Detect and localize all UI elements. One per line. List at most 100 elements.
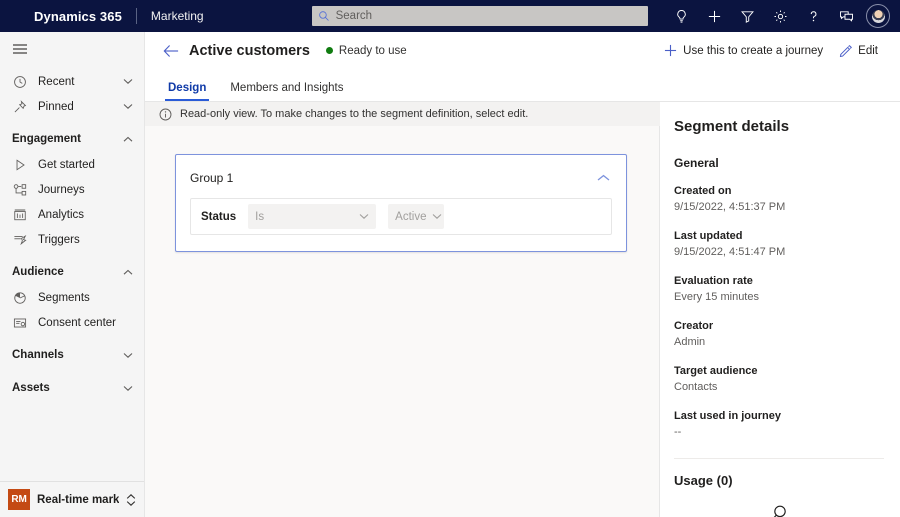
- avatar[interactable]: [866, 4, 890, 28]
- filter-icon[interactable]: [731, 0, 764, 32]
- question-icon[interactable]: [797, 0, 830, 32]
- field-value: 9/15/2022, 4:51:47 PM: [674, 246, 786, 258]
- top-bar-icon-group: [665, 0, 900, 32]
- consent-icon: [12, 315, 28, 331]
- app-name-label[interactable]: Marketing: [151, 9, 204, 23]
- chevron-down-icon: [122, 78, 134, 85]
- chevron-up-icon[interactable]: [594, 169, 612, 187]
- detail-field-evaluation-rate: Evaluation rate Every 15 minutes: [674, 274, 884, 305]
- status-badge: Ready to use: [325, 44, 407, 57]
- detail-field-last-used-in-journey: Last used in journey --: [674, 409, 884, 440]
- feedback-icon[interactable]: [830, 0, 863, 32]
- segment-designer-canvas: Group 1 Status Is Active: [145, 126, 660, 517]
- segment-group-header: Group 1: [190, 169, 612, 187]
- tab-design[interactable]: Design: [159, 82, 215, 101]
- usage-divider: [674, 458, 884, 459]
- global-search[interactable]: [311, 6, 648, 26]
- sidebar-item-label: Get started: [38, 158, 95, 171]
- edit-label: Edit: [858, 44, 878, 57]
- segment-details-title: Segment details: [674, 118, 790, 135]
- dynamics-365-marketing-app: Dynamics 365 Marketing Search Recent Pin…: [0, 0, 900, 517]
- back-arrow-icon[interactable]: [159, 39, 183, 63]
- sidebar-item-pinned[interactable]: Pinned: [0, 94, 144, 119]
- condition-value: Active: [395, 210, 427, 223]
- sidebar-group-audience[interactable]: Audience: [0, 259, 144, 285]
- pencil-icon: [839, 44, 853, 57]
- field-value: Contacts: [674, 381, 718, 393]
- detail-field-last-updated: Last updated 9/15/2022, 4:51:47 PM: [674, 229, 884, 260]
- tab-strip: Design Members and Insights: [145, 69, 900, 102]
- chevron-down-icon: [122, 103, 134, 110]
- lightbulb-icon[interactable]: [665, 0, 698, 32]
- chevron-down-icon: [122, 385, 134, 392]
- area-switcher[interactable]: RM Real-time marketi...: [0, 481, 144, 517]
- create-journey-label: Use this to create a journey: [683, 44, 824, 57]
- sidebar-group-label: Assets: [12, 382, 50, 394]
- brand-title[interactable]: Dynamics 365: [0, 9, 122, 24]
- sidebar-item-get-started[interactable]: Get started: [0, 152, 144, 177]
- sidebar-item-segments[interactable]: Segments: [0, 285, 144, 310]
- area-badge: RM: [8, 489, 30, 510]
- sidebar-group-label: Channels: [12, 349, 64, 361]
- sidebar-item-label: Consent center: [38, 316, 116, 329]
- field-label: Evaluation rate: [674, 275, 753, 287]
- journeys-icon: [12, 182, 28, 198]
- segments-icon: [12, 290, 28, 306]
- field-label: Created on: [674, 185, 732, 197]
- search-icon: [318, 10, 330, 22]
- condition-value-dropdown[interactable]: Active: [388, 204, 445, 229]
- page-title: Active customers: [189, 42, 310, 59]
- sidebar-group-channels[interactable]: Channels: [0, 342, 144, 368]
- edit-button[interactable]: Edit: [831, 37, 886, 65]
- create-journey-button[interactable]: Use this to create a journey: [656, 37, 831, 65]
- command-bar: Active customers Ready to use Use this t…: [145, 32, 900, 69]
- segment-condition-row: Status Is Active: [190, 198, 612, 235]
- up-down-chevron-icon: [126, 493, 136, 507]
- field-value: 9/15/2022, 4:51:37 PM: [674, 201, 786, 213]
- sidebar-group-label: Engagement: [12, 133, 82, 145]
- sidebar-item-triggers[interactable]: Triggers: [0, 227, 144, 252]
- chevron-up-icon: [122, 136, 134, 143]
- sidebar-item-label: Recent: [38, 75, 75, 88]
- sidebar-navigation: Recent Pinned Engagement Get started Jou…: [0, 66, 144, 481]
- condition-operator-value: Is: [255, 210, 265, 223]
- tab-members-and-insights[interactable]: Members and Insights: [221, 82, 352, 101]
- designer-column: Read-only view. To make changes to the s…: [145, 102, 660, 517]
- sidebar: Recent Pinned Engagement Get started Jou…: [0, 32, 145, 517]
- field-value: Admin: [674, 336, 706, 348]
- gear-icon[interactable]: [764, 0, 797, 32]
- app-body: Recent Pinned Engagement Get started Jou…: [0, 32, 900, 517]
- search-input[interactable]: [335, 7, 642, 25]
- field-label: Last updated: [674, 230, 743, 242]
- sidebar-item-analytics[interactable]: Analytics: [0, 202, 144, 227]
- chevron-up-icon: [122, 269, 134, 276]
- detail-field-creator: Creator Admin: [674, 319, 884, 350]
- field-label: Target audience: [674, 365, 758, 377]
- info-icon: [159, 108, 172, 121]
- hamburger-menu-icon[interactable]: [0, 32, 144, 66]
- chevron-down-icon: [122, 352, 134, 359]
- sidebar-item-consent-center[interactable]: Consent center: [0, 310, 144, 335]
- top-navigation-bar: Dynamics 365 Marketing: [0, 0, 900, 32]
- area-switcher-label: Real-time marketi...: [37, 493, 119, 506]
- main-region: Active customers Ready to use Use this t…: [145, 32, 900, 517]
- readonly-info-bar: Read-only view. To make changes to the s…: [145, 102, 660, 126]
- segment-details-panel: Segment details General Created on 9/15/…: [660, 102, 900, 517]
- pin-icon: [12, 99, 28, 115]
- status-dot-icon: [325, 47, 333, 54]
- status-label: Ready to use: [338, 44, 407, 57]
- condition-operator-dropdown[interactable]: Is: [248, 204, 377, 229]
- sidebar-item-recent[interactable]: Recent: [0, 69, 144, 94]
- sidebar-group-assets[interactable]: Assets: [0, 375, 144, 401]
- readonly-info-text: Read-only view. To make changes to the s…: [180, 108, 529, 120]
- sidebar-item-journeys[interactable]: Journeys: [0, 177, 144, 202]
- general-section-title: General: [674, 156, 719, 170]
- sidebar-group-engagement[interactable]: Engagement: [0, 126, 144, 152]
- command-bar-actions: Use this to create a journey Edit: [656, 37, 886, 65]
- plus-icon[interactable]: [698, 0, 731, 32]
- clock-icon: [12, 74, 28, 90]
- chevron-down-icon: [432, 213, 442, 220]
- segment-group-card: Group 1 Status Is Active: [175, 154, 627, 252]
- plus-icon: [664, 44, 677, 57]
- field-label: Creator: [674, 320, 714, 332]
